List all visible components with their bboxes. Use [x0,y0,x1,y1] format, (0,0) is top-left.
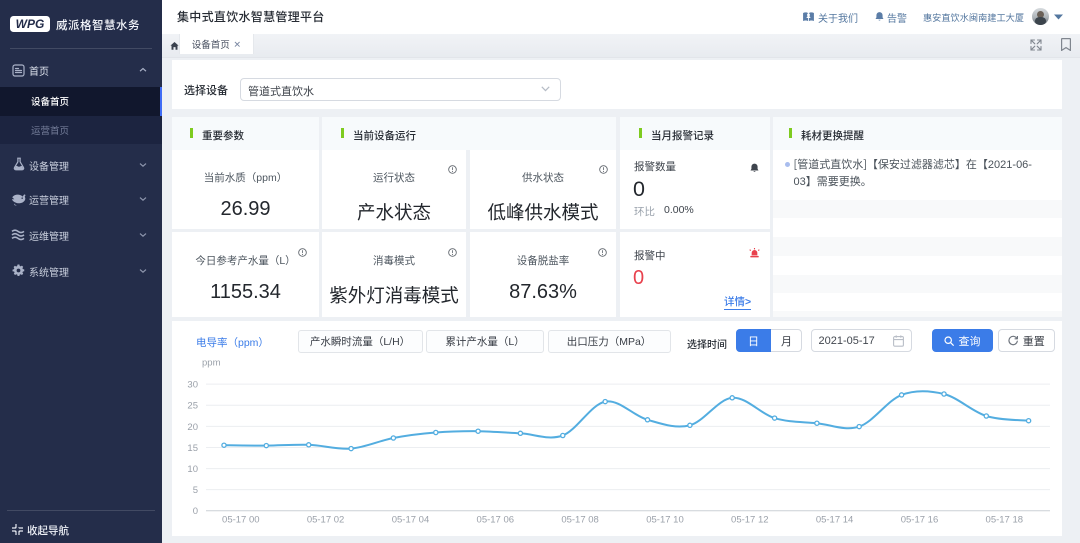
svg-text:05-17 06: 05-17 06 [477,515,515,526]
svg-text:0: 0 [193,506,198,517]
svg-text:05-17 00: 05-17 00 [222,515,260,526]
svg-text:05-17 18: 05-17 18 [986,515,1024,526]
svg-text:05-17 08: 05-17 08 [561,515,599,526]
svg-text:10: 10 [187,464,198,475]
svg-text:30: 30 [187,380,198,391]
svg-text:05-17 02: 05-17 02 [307,515,345,526]
svg-text:20: 20 [187,422,198,433]
svg-text:25: 25 [187,401,198,412]
svg-text:05-17 14: 05-17 14 [816,515,854,526]
svg-text:05-17 10: 05-17 10 [646,515,684,526]
svg-text:ppm: ppm [202,358,221,369]
svg-text:05-17 04: 05-17 04 [392,515,430,526]
svg-text:05-17 16: 05-17 16 [901,515,939,526]
svg-text:15: 15 [187,443,198,454]
svg-text:5: 5 [193,485,198,496]
svg-text:05-17 12: 05-17 12 [731,515,769,526]
